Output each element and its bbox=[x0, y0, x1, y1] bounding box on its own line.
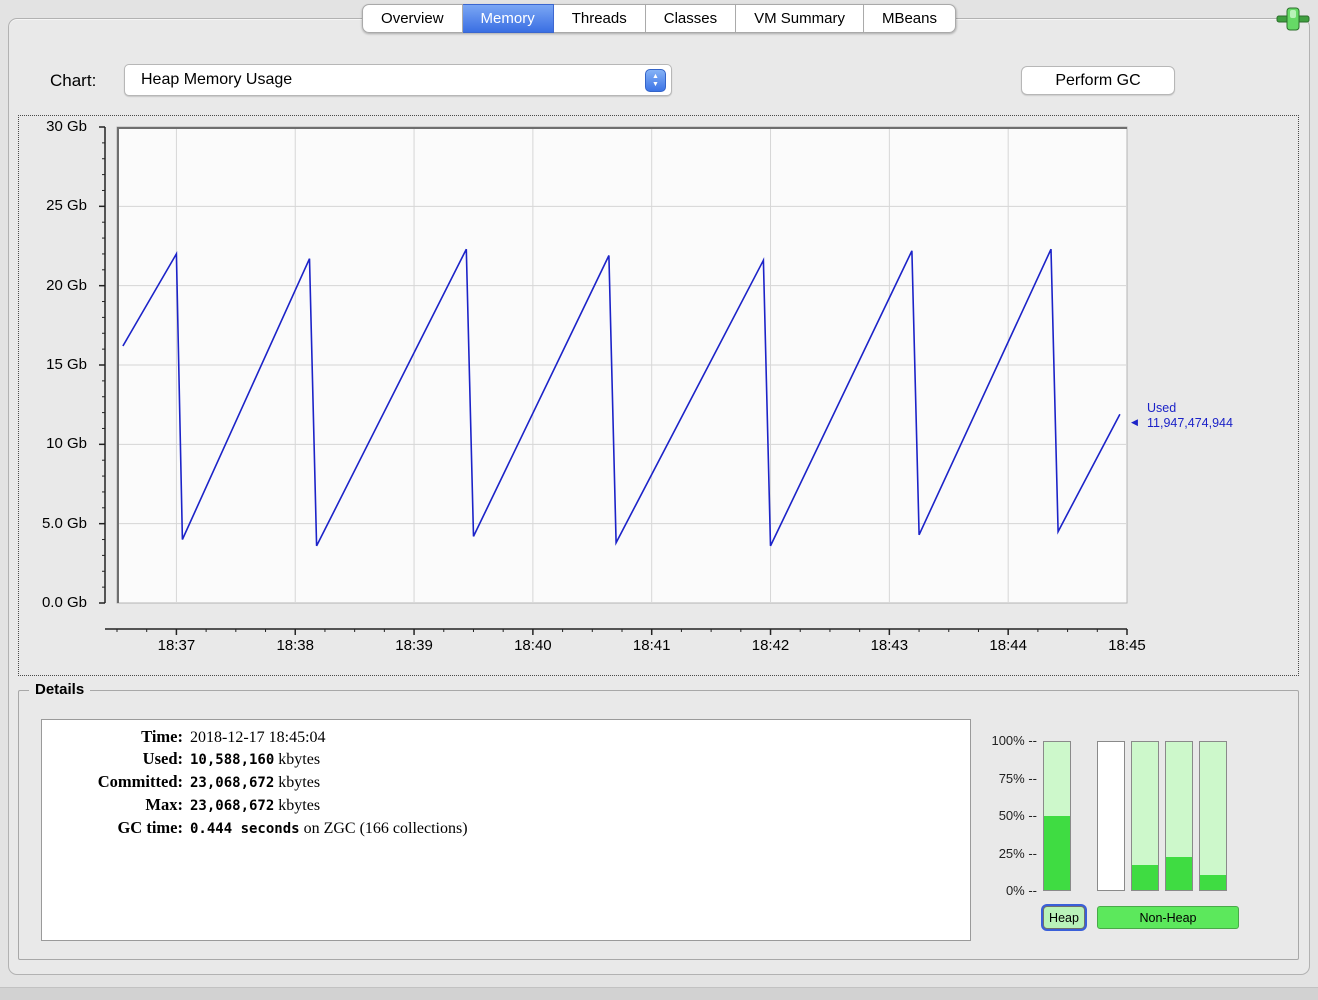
used-annotation-value: 11,947,474,944 bbox=[1147, 416, 1233, 431]
detail-label: Committed: bbox=[97, 772, 183, 791]
detail-value: 0.444 seconds bbox=[190, 821, 300, 837]
y-tick-label: 5.0 Gb bbox=[41, 514, 87, 532]
x-tick-label: 18:38 bbox=[276, 637, 314, 654]
gauge-bar-fill bbox=[1044, 816, 1070, 890]
tab-bar: Overview Memory Threads Classes VM Summary MB… bbox=[362, 4, 956, 33]
detail-suffix: kbytes bbox=[274, 751, 321, 768]
detail-suffix: on ZGC (166 collections) bbox=[299, 820, 468, 837]
used-annotation-label: Used bbox=[1147, 401, 1177, 416]
used-annotation: ◀ Used 11,947,474,944 bbox=[1131, 401, 1233, 431]
perform-gc-button[interactable]: Perform GC bbox=[1021, 66, 1175, 95]
gauge-bar bbox=[1165, 741, 1193, 891]
detail-label: Used: bbox=[142, 749, 183, 768]
y-tick-label: 15 Gb bbox=[46, 356, 87, 373]
x-tick-label: 18:37 bbox=[157, 637, 196, 654]
gauge-tick-label: 0% -- bbox=[1005, 883, 1037, 898]
y-tick-label: 30 Gb bbox=[46, 118, 87, 135]
x-tick-label: 18:39 bbox=[395, 637, 433, 654]
tab-mbeans[interactable]: MBeans bbox=[863, 4, 956, 33]
y-tick-label: 0.0 Gb bbox=[41, 594, 87, 611]
chart-select[interactable]: Heap Memory Usage ▲ ▼ bbox=[124, 64, 672, 96]
detail-row: Committed: 23,068,672 kbytes bbox=[42, 771, 970, 794]
gauge-bar bbox=[1043, 741, 1071, 891]
x-tick-label: 18:41 bbox=[632, 637, 671, 654]
chart-select-label: Chart: bbox=[50, 71, 97, 90]
connection-status-icon bbox=[1276, 6, 1310, 32]
detail-value: 23,068,672 bbox=[190, 798, 275, 814]
gauge-tick-label: 75% -- bbox=[998, 770, 1037, 786]
gauge-bar-empty bbox=[1097, 741, 1125, 891]
gauge-bar-fill bbox=[1166, 857, 1192, 890]
detail-row: Max: 23,068,672 kbytes bbox=[42, 794, 970, 817]
detail-value: 2018-12-17 18:45:04 bbox=[190, 729, 326, 746]
detail-row: Used: 10,588,160 kbytes bbox=[42, 748, 970, 771]
x-tick-label: 18:40 bbox=[514, 637, 552, 654]
detail-label: Time: bbox=[141, 727, 183, 746]
x-tick-label: 18:44 bbox=[989, 637, 1027, 654]
memory-chart-svg bbox=[99, 126, 1128, 635]
detail-label: GC time: bbox=[117, 818, 183, 837]
detail-row: GC time: 0.444 seconds on ZGC (166 collec… bbox=[42, 817, 970, 840]
heap-button[interactable]: Heap bbox=[1043, 906, 1085, 929]
x-tick-label: 18:43 bbox=[870, 637, 909, 654]
details-title: Details bbox=[29, 681, 91, 698]
detail-row: Time: 2018-12-17 18:45:04 bbox=[42, 726, 970, 748]
gauge-bar-fill bbox=[1132, 864, 1158, 890]
y-tick-label: 20 Gb bbox=[46, 276, 87, 294]
y-tick-label: 25 Gb bbox=[46, 197, 87, 215]
memory-chart: 30 Gb 25 Gb 20 Gb 15 Gb 10 Gb 5.0 Gb 0.0 Gb 18… bbox=[18, 115, 1299, 676]
y-tick-label: 10 Gb bbox=[46, 435, 87, 453]
chart-select-value: Heap Memory Usage bbox=[141, 71, 293, 88]
detail-value: 10,588,160 bbox=[190, 752, 275, 768]
x-tick-label: 18:45 bbox=[1108, 637, 1146, 654]
gauge-tick-label: 50% -- bbox=[998, 808, 1037, 823]
chevron-up-down-icon: ▲ ▼ bbox=[645, 69, 666, 92]
gauge-tick-label: 25% -- bbox=[998, 845, 1037, 861]
gauge-tick-label: 100% -- bbox=[991, 733, 1037, 748]
gauge-bar-fill bbox=[1200, 875, 1226, 890]
tab-classes[interactable]: Classes bbox=[645, 4, 737, 33]
tab-vm-summary[interactable]: VM Summary bbox=[736, 4, 864, 33]
detail-value: 23,068,672 bbox=[190, 775, 275, 791]
gauge-bar bbox=[1199, 741, 1227, 891]
tab-threads[interactable]: Threads bbox=[553, 4, 646, 33]
x-tick-label: 18:42 bbox=[751, 637, 790, 654]
nonheap-button[interactable]: Non-Heap bbox=[1097, 906, 1239, 929]
detail-suffix: kbytes bbox=[274, 774, 321, 791]
marker-arrow-icon: ◀ bbox=[1131, 417, 1138, 428]
details-text-panel: Time: 2018-12-17 18:45:04 Used: 10,588,160 … bbox=[41, 719, 971, 941]
tab-memory[interactable]: Memory bbox=[462, 4, 554, 33]
detail-suffix: kbytes bbox=[274, 797, 321, 814]
gauge-bar bbox=[1131, 741, 1159, 891]
tab-overview[interactable]: Overview bbox=[362, 4, 463, 33]
detail-label: Max: bbox=[145, 795, 183, 814]
details-section: Details Time: 2018-12-17 18:45:04 Used: 10,… bbox=[18, 681, 1299, 960]
window-bottom-edge bbox=[0, 987, 1318, 1000]
